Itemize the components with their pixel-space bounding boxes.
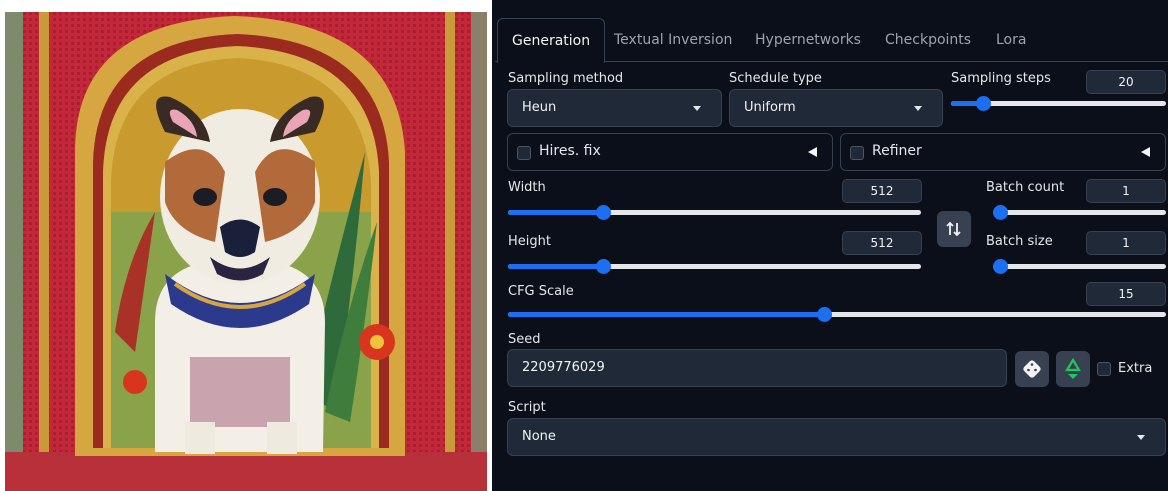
schedule-type-label: Schedule type	[729, 71, 822, 86]
hires-fix-checkbox[interactable]	[517, 146, 531, 160]
batch-size-input[interactable]: 1	[1086, 231, 1166, 255]
sampling-steps-slider[interactable]	[951, 96, 1166, 111]
hires-fix-label: Hires. fix	[539, 143, 601, 159]
batch-size-slider[interactable]	[993, 259, 1166, 274]
generated-image	[5, 12, 487, 491]
slider-fill	[508, 264, 603, 269]
slider-fill	[508, 210, 603, 215]
schedule-type-dropdown[interactable]: Uniform	[729, 89, 943, 127]
random-seed-button[interactable]	[1015, 351, 1049, 387]
collapse-triangle-icon[interactable]	[1141, 147, 1150, 157]
width-input[interactable]: 512	[842, 179, 922, 203]
sampling-method-dropdown[interactable]: Heun	[507, 89, 722, 127]
script-dropdown[interactable]: None	[507, 418, 1166, 456]
batch-size-label: Batch size	[986, 234, 1053, 249]
batch-count-slider[interactable]	[993, 205, 1166, 220]
tab-generation[interactable]: Generation	[497, 18, 606, 63]
extra-label: Extra	[1118, 361, 1153, 376]
script-value: None	[522, 429, 556, 444]
slider-thumb[interactable]	[993, 205, 1008, 220]
batch-count-input[interactable]: 1	[1086, 179, 1166, 203]
sampling-steps-label: Sampling steps	[951, 71, 1051, 86]
height-label: Height	[508, 234, 551, 249]
dice-icon	[1023, 360, 1041, 378]
height-input[interactable]: 512	[842, 231, 922, 255]
sampling-steps-input[interactable]: 20	[1086, 70, 1166, 94]
generated-image-panel	[0, 0, 492, 491]
sampling-method-value: Heun	[522, 100, 557, 115]
batch-count-label: Batch count	[986, 180, 1065, 195]
chevron-down-icon	[1137, 435, 1145, 440]
height-slider[interactable]	[508, 259, 921, 274]
chevron-down-icon	[914, 106, 922, 111]
tab-textual-inversion[interactable]: Textual Inversion	[614, 18, 732, 62]
chevron-down-icon	[693, 106, 701, 111]
width-label: Width	[508, 180, 546, 195]
swap-dimensions-button[interactable]	[937, 211, 971, 247]
cfg-scale-slider[interactable]	[508, 307, 1166, 322]
seed-value: 2209776029	[522, 360, 605, 375]
slider-thumb[interactable]	[595, 205, 611, 220]
extra-checkbox[interactable]	[1097, 362, 1111, 376]
cfg-scale-input[interactable]: 15	[1086, 282, 1166, 306]
schedule-type-value: Uniform	[744, 100, 796, 115]
tab-lora[interactable]: Lora	[996, 18, 1026, 62]
swap-dimensions-icon	[946, 221, 961, 237]
seed-input[interactable]: 2209776029	[507, 349, 1007, 387]
width-slider[interactable]	[508, 205, 921, 220]
slider-thumb[interactable]	[993, 259, 1008, 274]
collapse-triangle-icon[interactable]	[808, 147, 817, 157]
slider-fill	[508, 312, 824, 317]
slider-thumb[interactable]	[816, 307, 832, 322]
tab-hypernetworks[interactable]: Hypernetworks	[755, 18, 861, 62]
slider-thumb[interactable]	[595, 259, 611, 274]
cfg-scale-label: CFG Scale	[508, 284, 574, 299]
refiner-checkbox[interactable]	[850, 146, 864, 160]
script-label: Script	[508, 400, 546, 415]
tab-checkpoints[interactable]: Checkpoints	[885, 18, 971, 62]
sampling-method-label: Sampling method	[508, 71, 624, 86]
reuse-seed-button[interactable]	[1056, 351, 1090, 387]
recycle-icon	[1065, 357, 1081, 379]
refiner-label: Refiner	[872, 143, 922, 159]
refiner-accordion[interactable]: Refiner	[840, 133, 1166, 171]
seed-label: Seed	[508, 332, 541, 347]
hires-fix-accordion[interactable]: Hires. fix	[507, 133, 833, 171]
